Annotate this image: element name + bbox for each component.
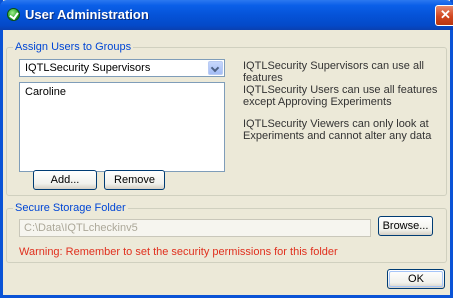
remove-user-button[interactable]: Remove (104, 170, 165, 190)
users-description: IQTLSecurity Users can use all features … (243, 84, 438, 108)
list-item-user[interactable]: Caroline (25, 86, 66, 98)
assign-users-legend: Assign Users to Groups (15, 41, 132, 53)
security-warning-text: Warning: Remember to set the security pe… (19, 246, 338, 258)
app-check-icon (7, 8, 20, 21)
add-user-button[interactable]: Add... (33, 170, 97, 190)
viewers-description: IQTLSecurity Viewers can only look at Ex… (243, 118, 432, 142)
title-bar[interactable]: User Administration ✕ (0, 0, 453, 30)
secure-storage-legend: Secure Storage Folder (15, 202, 126, 214)
users-list[interactable]: Caroline (19, 82, 225, 172)
supervisors-description: IQTLSecurity Supervisors can use all fea… (243, 60, 424, 84)
browse-button[interactable]: Browse... (378, 216, 433, 236)
group-select[interactable]: IQTLSecurity Supervisors (19, 59, 225, 77)
close-button[interactable]: ✕ (435, 5, 453, 26)
chevron-down-icon[interactable] (208, 61, 223, 75)
ok-button[interactable]: OK (387, 269, 445, 289)
storage-folder-field: C:\Data\IQTLcheckinv5 (19, 219, 371, 237)
storage-folder-path: C:\Data\IQTLcheckinv5 (24, 222, 138, 234)
group-select-value: IQTLSecurity Supervisors (25, 62, 151, 74)
window-title: User Administration (25, 7, 149, 22)
